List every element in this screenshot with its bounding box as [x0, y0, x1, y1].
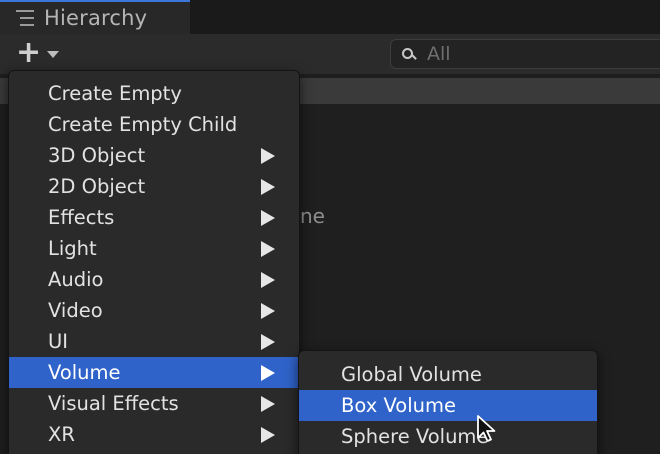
menu-item-label: Create Empty Child: [48, 113, 238, 136]
submenu-arrow-icon: [261, 334, 275, 350]
menu-item-label: XR: [48, 423, 75, 446]
hierarchy-toolbar: +: [0, 34, 660, 74]
menu-item-label: 2D Object: [48, 175, 146, 198]
menu-item-3d-object[interactable]: 3D Object: [9, 140, 299, 171]
menu-item-label: Effects: [48, 206, 115, 229]
tab-hierarchy[interactable]: Hierarchy: [0, 0, 190, 34]
create-context-menu: Create Empty Create Empty Child 3D Objec…: [8, 70, 300, 454]
menu-item-create-empty[interactable]: Create Empty: [9, 78, 299, 109]
menu-item-label: 3D Object: [48, 144, 146, 167]
menu-item-label: Visual Effects: [48, 392, 179, 415]
menu-item-label: Light: [48, 237, 97, 260]
submenu-arrow-icon: [261, 396, 275, 412]
menu-item-audio[interactable]: Audio: [9, 264, 299, 295]
menu-item-ui[interactable]: UI: [9, 326, 299, 357]
caret-down-icon: [47, 51, 60, 58]
menu-item-label: Audio: [48, 268, 104, 291]
submenu-arrow-icon: [261, 210, 275, 226]
menu-item-label: Volume: [48, 361, 121, 384]
submenu-arrow-icon: [261, 272, 275, 288]
volume-submenu: Global Volume Box Volume Sphere Volume: [298, 350, 598, 454]
submenu-item-sphere-volume[interactable]: Sphere Volume: [299, 421, 597, 452]
submenu-item-label: Sphere Volume: [341, 425, 489, 448]
menu-item-label: Video: [48, 299, 103, 322]
submenu-item-box-volume[interactable]: Box Volume: [299, 390, 597, 421]
menu-item-xr[interactable]: XR: [9, 419, 299, 450]
add-dropdown-button[interactable]: +: [10, 37, 70, 69]
search-field[interactable]: [390, 39, 660, 69]
search-icon: [401, 46, 417, 62]
submenu-arrow-icon: [261, 427, 275, 443]
hierarchy-list-icon: [16, 10, 34, 26]
tab-strip: Hierarchy: [0, 0, 660, 35]
menu-item-create-empty-child[interactable]: Create Empty Child: [9, 109, 299, 140]
submenu-arrow-icon: [261, 148, 275, 164]
menu-item-label: Create Empty: [48, 82, 182, 105]
background-text-fragment: ne: [300, 204, 325, 228]
menu-item-volume[interactable]: Volume: [9, 357, 299, 388]
tab-title: Hierarchy: [44, 6, 148, 30]
menu-item-2d-object[interactable]: 2D Object: [9, 171, 299, 202]
submenu-arrow-icon: [261, 179, 275, 195]
menu-item-video[interactable]: Video: [9, 295, 299, 326]
menu-item-light[interactable]: Light: [9, 233, 299, 264]
search-input[interactable]: [425, 42, 629, 66]
unity-hierarchy-window: Hierarchy + ne Create Empty Create Empty…: [0, 0, 660, 454]
menu-item-effects[interactable]: Effects: [9, 202, 299, 233]
submenu-item-label: Global Volume: [341, 363, 482, 386]
menu-item-visual-effects[interactable]: Visual Effects: [9, 388, 299, 419]
submenu-arrow-icon: [261, 241, 275, 257]
mouse-cursor-icon: [477, 415, 496, 442]
submenu-item-global-volume[interactable]: Global Volume: [299, 359, 597, 390]
menu-item-label: UI: [48, 330, 69, 353]
submenu-item-label: Box Volume: [341, 394, 456, 417]
submenu-arrow-icon: [261, 303, 275, 319]
submenu-arrow-icon: [261, 365, 275, 381]
plus-icon: +: [16, 35, 42, 70]
